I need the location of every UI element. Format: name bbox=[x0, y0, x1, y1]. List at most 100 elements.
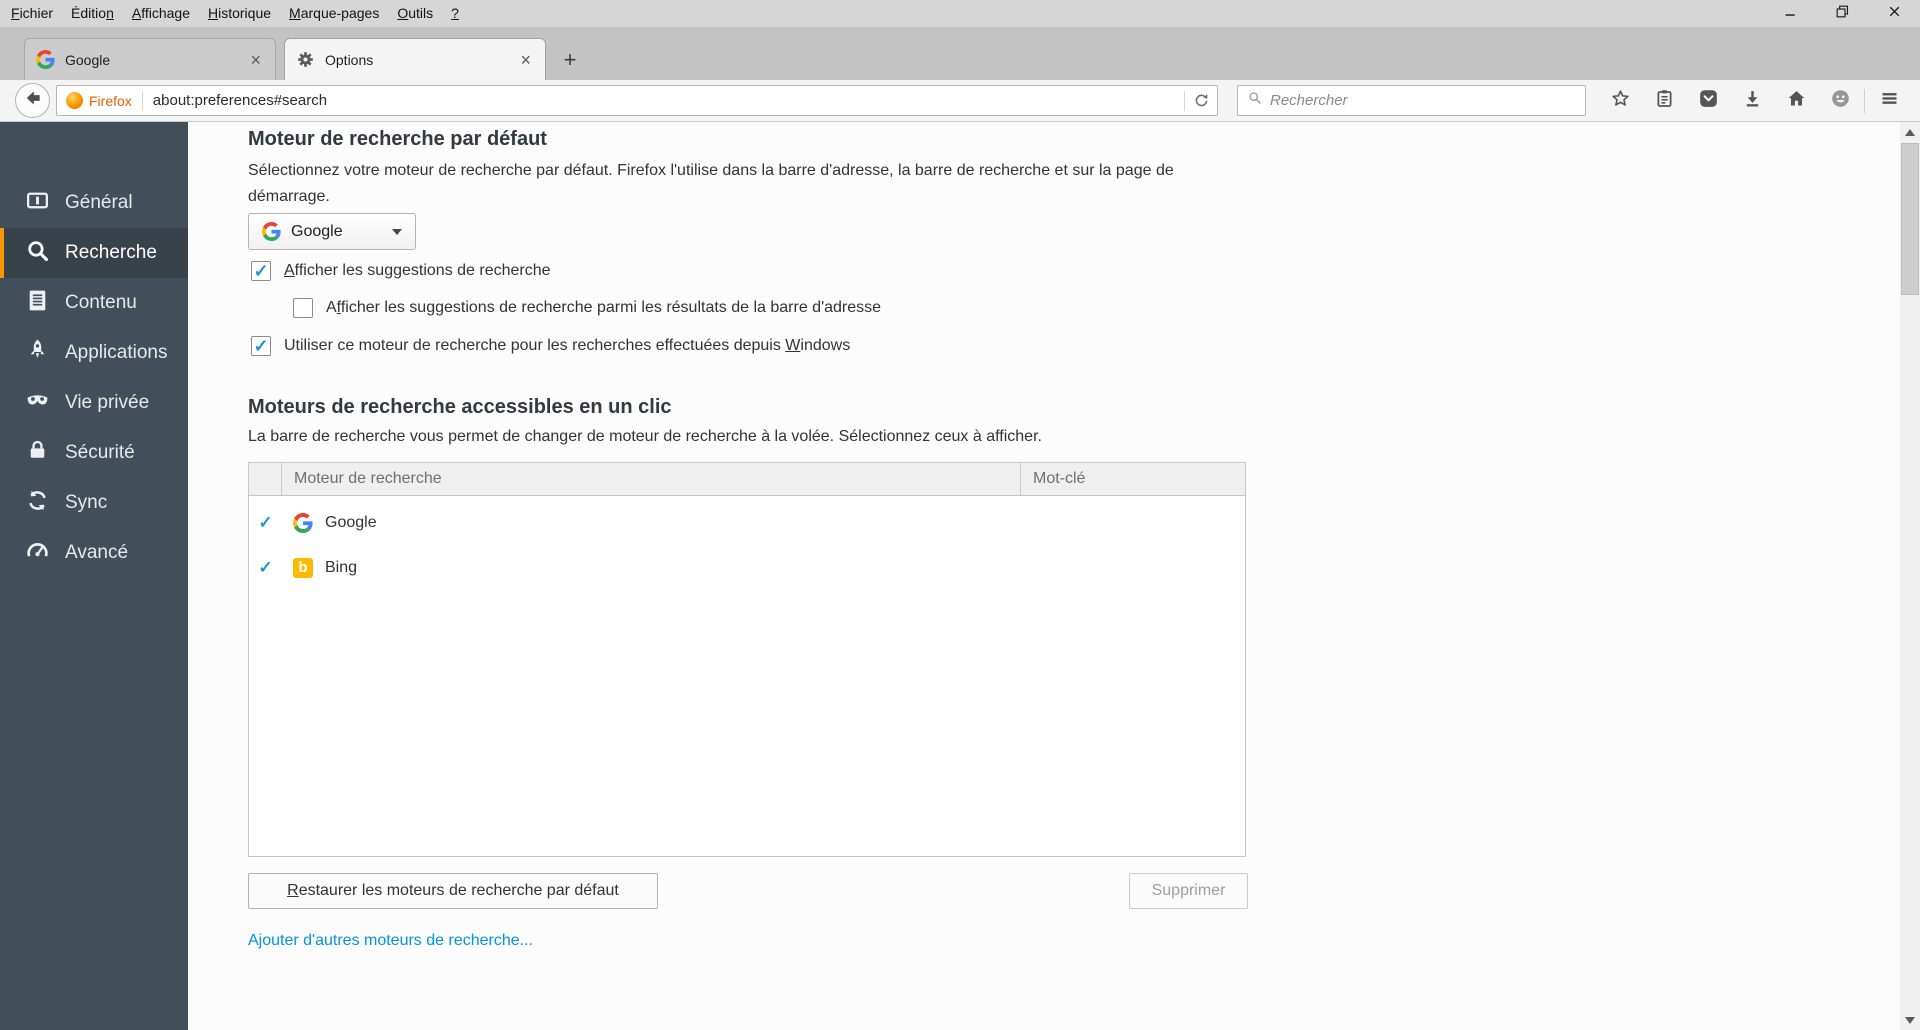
restore-icon bbox=[1834, 3, 1851, 25]
search-icon bbox=[25, 238, 50, 269]
back-arrow-icon bbox=[23, 88, 43, 113]
downloads-button[interactable] bbox=[1730, 80, 1774, 122]
download-icon bbox=[1742, 88, 1763, 114]
delete-engine-button[interactable]: Supprimer bbox=[1129, 873, 1248, 909]
identity-label: Firefox bbox=[89, 92, 132, 109]
general-icon bbox=[25, 188, 50, 219]
scrollbar-thumb[interactable] bbox=[1901, 143, 1919, 295]
triangle-down-icon bbox=[1905, 1016, 1915, 1024]
section-description: Sélectionnez votre moteur de recherche p… bbox=[248, 162, 1174, 205]
engine-row-bing[interactable]: ✓ b Bing bbox=[249, 545, 1245, 590]
url-bar[interactable]: Firefox bbox=[56, 85, 1218, 116]
window-controls bbox=[1764, 0, 1920, 27]
sidebar-item-content[interactable]: Contenu bbox=[0, 278, 188, 328]
closewin-icon bbox=[1886, 3, 1903, 25]
firefox-icon bbox=[66, 92, 83, 109]
engine-enabled-check-icon[interactable]: ✓ bbox=[249, 558, 282, 578]
close-button[interactable] bbox=[1868, 0, 1920, 27]
reload-button[interactable] bbox=[1185, 86, 1217, 115]
table-header: Moteur de recherche Mot-clé bbox=[249, 463, 1245, 496]
content-icon bbox=[25, 288, 50, 319]
add-engines-link[interactable]: Ajouter d'autres moteurs de recherche... bbox=[248, 932, 533, 950]
menu-button[interactable] bbox=[1867, 80, 1911, 122]
google-icon bbox=[262, 222, 281, 241]
restore-defaults-button[interactable]: Restaurer les moteurs de recherche par d… bbox=[248, 873, 658, 909]
use-engine-for-windows-search-row: ✓ Utiliser ce moteur de recherche pour le… bbox=[251, 336, 850, 356]
menu-aide[interactable]: ? bbox=[442, 0, 468, 27]
scroll-down-button[interactable] bbox=[1900, 1010, 1920, 1030]
column-engine-name: Moteur de recherche bbox=[294, 470, 442, 487]
check-icon: ✓ bbox=[253, 336, 269, 356]
hello-button[interactable] bbox=[1818, 80, 1862, 122]
column-keyword: Mot-clé bbox=[1020, 463, 1245, 495]
home-icon bbox=[1786, 88, 1807, 114]
section-description-2: La barre de recherche vous permet de cha… bbox=[248, 428, 1042, 445]
use-engine-for-windows-search-checkbox[interactable]: ✓ bbox=[251, 336, 271, 356]
tab-close-icon[interactable]: × bbox=[517, 51, 534, 69]
show-search-suggestions-checkbox[interactable]: ✓ bbox=[251, 261, 271, 281]
new-tab-button[interactable]: + bbox=[552, 46, 588, 75]
show-suggestions-in-urlbar-row: Afficher les suggestions de recherche pa… bbox=[293, 298, 881, 318]
menu-affichage[interactable]: Affichage bbox=[123, 0, 199, 27]
star-icon bbox=[1610, 88, 1631, 114]
default-engine-value: Google bbox=[291, 222, 343, 240]
minimize-button[interactable] bbox=[1764, 0, 1816, 27]
sync-icon bbox=[25, 488, 50, 519]
preferences-sidebar: Général Recherche Contenu Applications Vie p… bbox=[0, 122, 188, 1030]
show-suggestions-in-urlbar-checkbox[interactable] bbox=[293, 298, 313, 318]
bookmarks-menu-button[interactable] bbox=[1642, 80, 1686, 122]
menu-edition[interactable]: Édition bbox=[62, 0, 123, 27]
sidebar-item-sync[interactable]: Sync bbox=[0, 478, 188, 528]
menu-historique[interactable]: Historique bbox=[199, 0, 280, 27]
clipboard-icon bbox=[1654, 88, 1675, 114]
applications-icon bbox=[25, 338, 50, 369]
pocket-button[interactable] bbox=[1686, 80, 1730, 122]
tab-bar: Google × Options × + bbox=[0, 27, 1920, 80]
menu-list: Fichier Édition Affichage Historique Marque-… bbox=[0, 0, 1920, 27]
menu-outils[interactable]: Outils bbox=[388, 0, 442, 27]
sidebar-item-privacy[interactable]: Vie privée bbox=[0, 378, 188, 428]
smiley-icon bbox=[1830, 88, 1851, 114]
sidebar-item-advanced[interactable]: Avancé bbox=[0, 528, 188, 578]
back-button[interactable] bbox=[15, 83, 50, 118]
vertical-scrollbar[interactable] bbox=[1900, 122, 1920, 1030]
firefox-window: Fichier Édition Affichage Historique Marque-… bbox=[0, 0, 1920, 1030]
search-input[interactable] bbox=[1270, 92, 1576, 109]
section-title-default-engine: Moteur de recherche par défaut bbox=[248, 128, 547, 150]
bookmark-star-button[interactable] bbox=[1598, 80, 1642, 122]
engine-enabled-check-icon[interactable]: ✓ bbox=[249, 513, 282, 533]
menu-marque-pages[interactable]: Marque-pages bbox=[280, 0, 388, 27]
divider bbox=[1864, 89, 1865, 113]
toolbar-buttons bbox=[1598, 80, 1911, 122]
preferences-content: Moteur de recherche par défaut Sélection… bbox=[188, 122, 1900, 1030]
default-engine-select[interactable]: Google bbox=[248, 213, 416, 250]
privacy-icon bbox=[25, 388, 50, 419]
gear-icon bbox=[296, 50, 315, 69]
sidebar-item-search[interactable]: Recherche bbox=[0, 228, 188, 278]
url-input[interactable] bbox=[142, 92, 1184, 109]
sidebar-item-general[interactable]: Général bbox=[0, 178, 188, 228]
triangle-up-icon bbox=[1905, 128, 1915, 136]
search-engines-table: Moteur de recherche Mot-clé ✓ Google ✓ b Bin… bbox=[248, 462, 1246, 857]
restore-button[interactable] bbox=[1816, 0, 1868, 27]
pocket-icon bbox=[1698, 88, 1719, 114]
scroll-up-button[interactable] bbox=[1900, 122, 1920, 142]
chevron-down-icon bbox=[392, 228, 402, 235]
tab-close-icon[interactable]: × bbox=[247, 51, 264, 69]
tab-options[interactable]: Options × bbox=[284, 38, 546, 80]
identity-badge[interactable]: Firefox bbox=[57, 86, 142, 115]
sidebar-item-security[interactable]: Sécurité bbox=[0, 428, 188, 478]
menu-bar: Fichier Édition Affichage Historique Marque-… bbox=[0, 0, 1920, 27]
tab-google[interactable]: Google × bbox=[24, 38, 276, 80]
search-icon bbox=[1247, 90, 1263, 111]
navigation-toolbar: Firefox bbox=[0, 80, 1920, 122]
menu-fichier[interactable]: Fichier bbox=[2, 0, 62, 27]
search-bar[interactable] bbox=[1237, 85, 1586, 116]
security-icon bbox=[25, 438, 50, 469]
advanced-icon bbox=[25, 538, 50, 569]
hamburger-icon bbox=[1879, 88, 1900, 114]
engine-row-google[interactable]: ✓ Google bbox=[249, 500, 1245, 545]
home-button[interactable] bbox=[1774, 80, 1818, 122]
sidebar-item-applications[interactable]: Applications bbox=[0, 328, 188, 378]
minimize-icon bbox=[1782, 3, 1799, 25]
